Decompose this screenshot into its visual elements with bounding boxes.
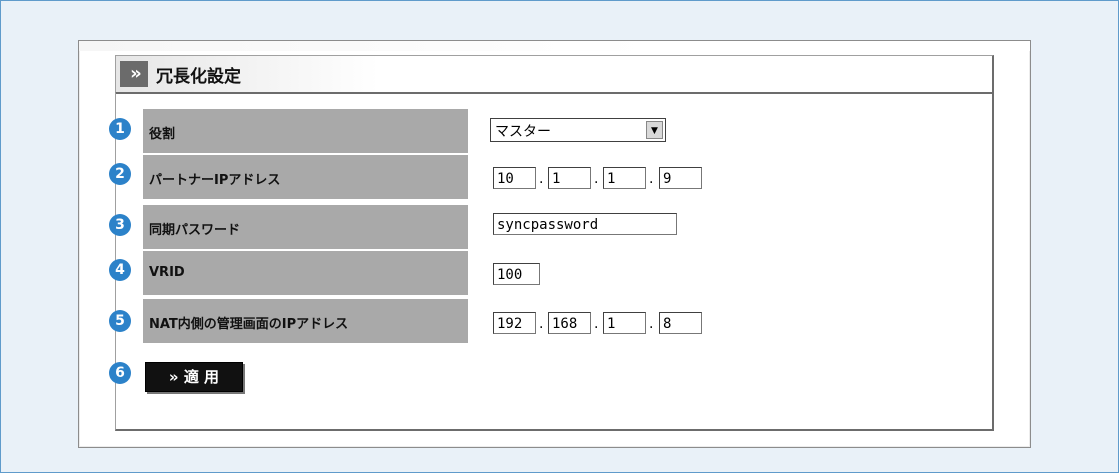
step-number-5: 5 <box>109 310 131 332</box>
nat-ip-label: NAT内側の管理画面のIPアドレス <box>149 317 349 332</box>
label-cell-sync-password: 同期パスワード <box>143 205 468 249</box>
label-cell-partner-ip: パートナーIPアドレス <box>143 155 468 199</box>
step-number-2: 2 <box>109 163 131 185</box>
step-number-6: 6 <box>109 362 131 384</box>
outer-frame: » 冗長化設定 1 役割 マスター ▼ 2 パートナーIPアドレス 10 . 1… <box>0 0 1119 473</box>
apply-button[interactable]: » 適 用 <box>145 362 243 392</box>
sync-password-label: 同期パスワード <box>149 223 241 238</box>
partner-ip-octet-1[interactable]: 10 <box>493 167 536 189</box>
partner-ip-label: パートナーIPアドレス <box>149 173 281 188</box>
ip-dot: . <box>649 171 654 187</box>
chevron-down-icon[interactable]: ▼ <box>646 121 663 139</box>
role-select-value: マスター <box>495 124 551 140</box>
chevron-icon: » <box>120 61 148 87</box>
label-cell-nat-ip: NAT内側の管理画面のIPアドレス <box>143 299 468 343</box>
nat-ip-octet-1[interactable]: 192 <box>493 312 536 334</box>
ip-dot: . <box>539 316 544 332</box>
nat-ip-octet-2[interactable]: 168 <box>548 312 591 334</box>
ip-dot: . <box>649 316 654 332</box>
panel-decoration <box>79 41 1030 51</box>
sync-password-input[interactable]: syncpassword <box>493 213 677 235</box>
nat-ip-octet-3[interactable]: 1 <box>603 312 646 334</box>
vrid-input[interactable]: 100 <box>493 263 540 285</box>
partner-ip-octet-4[interactable]: 9 <box>659 167 702 189</box>
role-label: 役割 <box>149 127 176 142</box>
label-cell-vrid: VRID <box>143 251 468 295</box>
role-select[interactable]: マスター ▼ <box>490 118 666 142</box>
label-cell-role: 役割 <box>143 109 468 153</box>
step-number-3: 3 <box>109 214 131 236</box>
vrid-label: VRID <box>149 265 185 280</box>
page-title: 冗長化設定 <box>156 67 241 87</box>
partner-ip-octet-2[interactable]: 1 <box>548 167 591 189</box>
section-header: » 冗長化設定 <box>115 55 994 94</box>
settings-panel: » 冗長化設定 1 役割 マスター ▼ 2 パートナーIPアドレス 10 . 1… <box>78 40 1031 448</box>
step-number-4: 4 <box>109 259 131 281</box>
ip-dot: . <box>594 171 599 187</box>
step-number-1: 1 <box>109 118 131 140</box>
ip-dot: . <box>539 171 544 187</box>
partner-ip-octet-3[interactable]: 1 <box>603 167 646 189</box>
nat-ip-octet-4[interactable]: 8 <box>659 312 702 334</box>
ip-dot: . <box>594 316 599 332</box>
